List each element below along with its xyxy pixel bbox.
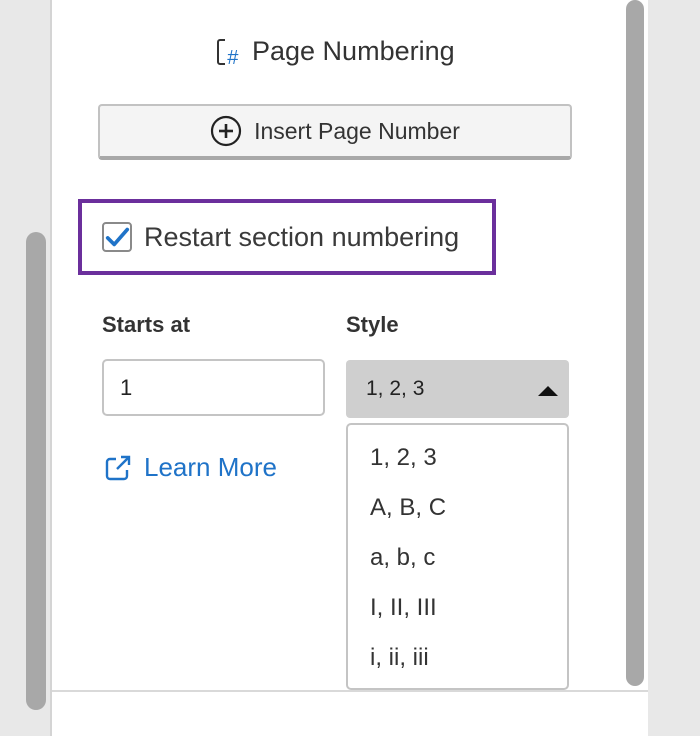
plus-circle-icon — [210, 115, 242, 147]
restart-numbering-checkbox[interactable] — [102, 222, 132, 252]
page-hash-icon: # — [217, 38, 239, 67]
external-link-icon — [105, 455, 131, 480]
restart-numbering-label: Restart section numbering — [144, 221, 460, 252]
left-scrollbar[interactable] — [26, 232, 46, 710]
checkmark-icon — [105, 227, 130, 247]
insert-page-number-button[interactable]: Insert Page Number — [98, 104, 572, 160]
restart-numbering-option: Restart section numbering — [78, 199, 496, 275]
style-label: Style — [346, 312, 399, 337]
section-header: # Page Numbering — [216, 36, 455, 67]
right-scroll-track — [648, 0, 700, 736]
starts-at-input[interactable] — [102, 359, 325, 416]
style-option-1-2-3[interactable]: 1, 2, 3 — [348, 433, 567, 483]
section-title: Page Numbering — [252, 36, 455, 66]
insert-page-number-label: Insert Page Number — [254, 117, 460, 144]
learn-more-label: Learn More — [144, 452, 277, 482]
style-dropdown-menu: 1, 2, 3 A, B, C a, b, c I, II, III i, ii… — [346, 423, 569, 690]
right-scrollbar[interactable] — [626, 0, 644, 686]
style-option-lower-roman[interactable]: i, ii, iii — [348, 633, 567, 683]
style-option-upper-alpha[interactable]: A, B, C — [348, 483, 567, 533]
style-option-upper-roman[interactable]: I, II, III — [348, 583, 567, 633]
learn-more-link[interactable]: Learn More — [104, 452, 277, 483]
panel-bottom-divider — [52, 690, 648, 692]
starts-at-label: Starts at — [102, 312, 191, 337]
style-select[interactable]: 1, 2, 3 — [346, 360, 569, 418]
caret-up-icon — [538, 386, 558, 396]
svg-text:#: # — [227, 47, 239, 67]
style-option-lower-alpha[interactable]: a, b, c — [348, 533, 567, 583]
style-selected-value: 1, 2, 3 — [366, 377, 425, 400]
